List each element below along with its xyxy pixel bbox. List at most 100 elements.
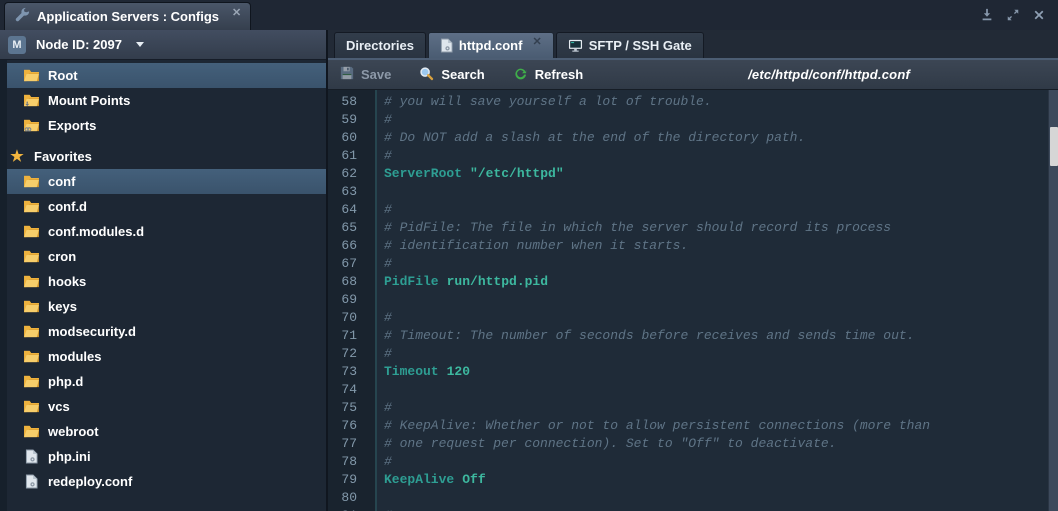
floppy-icon (340, 66, 354, 83)
tree-item-conf-d[interactable]: conf.d (7, 194, 326, 219)
download-icon[interactable] (980, 8, 994, 22)
line-number: 70 (341, 310, 357, 325)
save-button[interactable]: Save (340, 66, 391, 83)
terminal-monitor-icon (568, 39, 583, 53)
folder-icon (22, 374, 40, 390)
node-type-badge: M (8, 35, 26, 54)
directive-keyword: ServerRoot (384, 166, 463, 181)
tree-item-cron[interactable]: cron (7, 244, 326, 269)
tree-item-conf[interactable]: conf (7, 169, 326, 194)
tab-sftp-ssh-gate[interactable]: SFTP / SSH Gate (555, 32, 704, 58)
line-number: 62 (341, 166, 357, 181)
tab-httpd-conf[interactable]: httpd.conf ✕ (427, 32, 554, 58)
tree-item-vcs[interactable]: vcs (7, 394, 326, 419)
code-comment: # (384, 256, 392, 271)
code-comment: # (384, 346, 392, 361)
line-number: 81 (328, 507, 375, 511)
main-area: M Node ID: 2097 Root Mount Points Exports ★… (0, 30, 1058, 511)
node-selector[interactable]: M Node ID: 2097 (0, 30, 326, 60)
line-number: 71 (341, 328, 357, 343)
line-number: 61 (341, 148, 357, 163)
code-line-75: 75 # (328, 399, 1058, 417)
tab-label: httpd.conf (458, 38, 523, 53)
file-gear-icon (22, 449, 40, 465)
tree-item-exports[interactable]: Exports (7, 113, 326, 138)
directive-keyword: Timeout (384, 364, 439, 379)
code-line-77: 77 # one request per connection). Set to … (328, 435, 1058, 453)
directive-value: 120 (446, 364, 471, 379)
code-line-67: 67 # (328, 255, 1058, 273)
code-comment: # (384, 400, 392, 415)
tree-item-redeploy-conf[interactable]: redeploy.conf (7, 469, 326, 494)
line-number: 79 (341, 472, 357, 487)
line-number: 67 (341, 256, 357, 271)
tree-item-conf-modules-d[interactable]: conf.modules.d (7, 219, 326, 244)
directive-value: "/etc/httpd" (470, 166, 564, 181)
code-line-71: 71 # Timeout: The number of seconds befor… (328, 327, 1058, 345)
sidebar: M Node ID: 2097 Root Mount Points Exports ★… (0, 30, 328, 511)
save-button-label: Save (361, 67, 392, 82)
tree-item-modules[interactable]: modules (7, 344, 326, 369)
code-line-60: 60 # Do NOT add a slash at the end of the… (328, 129, 1058, 147)
code-line-76: 76 # KeepAlive: Whether or not to allow p… (328, 417, 1058, 435)
tree-item-modsecurity-d[interactable]: modsecurity.d (7, 319, 326, 344)
tab-label: SFTP / SSH Gate (588, 38, 692, 53)
directive-keyword: KeepAlive (384, 472, 455, 487)
tree-item-keys[interactable]: keys (7, 294, 326, 319)
window-tab-close-icon[interactable]: ✕ (232, 6, 241, 19)
tab-directories[interactable]: Directories (334, 32, 426, 58)
refresh-button-label: Refresh (534, 67, 584, 82)
line-number: 78 (341, 454, 357, 469)
code-line-64: 64 # (328, 201, 1058, 219)
line-number: 66 (341, 238, 357, 253)
folder-icon (22, 199, 40, 215)
code-comment: # (375, 507, 392, 511)
folder-export-icon (22, 118, 40, 134)
line-number: 59 (341, 112, 357, 127)
tree-item-webroot[interactable]: webroot (7, 419, 326, 444)
tab-close-icon[interactable]: ✕ (532, 35, 541, 48)
code-comment: # (384, 202, 392, 217)
code-comment: # (384, 148, 392, 163)
folder-icon (22, 274, 40, 290)
code-editor[interactable]: 58 # you will save yourself a lot of trou… (328, 90, 1058, 511)
code-line-73: 73 Timeout 120 (328, 363, 1058, 381)
directive-value: run/httpd.pid (446, 274, 549, 289)
code-line-59: 59 # (328, 111, 1058, 129)
scrollbar-thumb[interactable] (1050, 127, 1058, 166)
search-button-label: Search (441, 67, 485, 82)
refresh-button[interactable]: Refresh (513, 66, 583, 84)
line-number: 72 (341, 346, 357, 361)
code-line-58: 58 # you will save yourself a lot of trou… (328, 93, 1058, 111)
folder-icon (22, 299, 40, 315)
tree-item-php-ini[interactable]: php.ini (7, 444, 326, 469)
line-number: 68 (341, 274, 357, 289)
close-icon[interactable] (1032, 8, 1046, 22)
line-number: 73 (341, 364, 357, 379)
app-window: Application Servers : Configs ✕ M Node I… (0, 0, 1058, 511)
code-line-70: 70 # (328, 309, 1058, 327)
tree-item-label: keys (48, 299, 77, 314)
wrench-icon (15, 7, 30, 27)
tree-section-favorites[interactable]: ★ Favorites (7, 144, 326, 169)
expand-icon[interactable] (1006, 8, 1020, 22)
file-tree: Root Mount Points Exports ★ Favorites conf con… (0, 60, 326, 494)
tree-item-php-d[interactable]: php.d (7, 369, 326, 394)
tree-item-mount-points[interactable]: Mount Points (7, 88, 326, 113)
tree-item-hooks[interactable]: hooks (7, 269, 326, 294)
tree-item-label: Mount Points (48, 93, 131, 108)
code-line-69: 69 (328, 291, 1058, 309)
folder-icon (22, 399, 40, 415)
search-button[interactable]: Search (419, 66, 485, 84)
line-number: 63 (341, 184, 357, 199)
line-number: 74 (341, 382, 357, 397)
line-number: 65 (341, 220, 357, 235)
code-comment: # (384, 310, 392, 325)
editor-scrollbar[interactable] (1048, 90, 1058, 511)
window-tab-configs[interactable]: Application Servers : Configs ✕ (4, 2, 252, 30)
tree-item-root[interactable]: Root (7, 63, 326, 88)
tree-item-label: php.d (48, 374, 84, 389)
folder-mount-icon (22, 93, 40, 109)
code-directive: ServerRoot "/etc/httpd" (375, 165, 564, 183)
code-comment: # (384, 112, 392, 127)
